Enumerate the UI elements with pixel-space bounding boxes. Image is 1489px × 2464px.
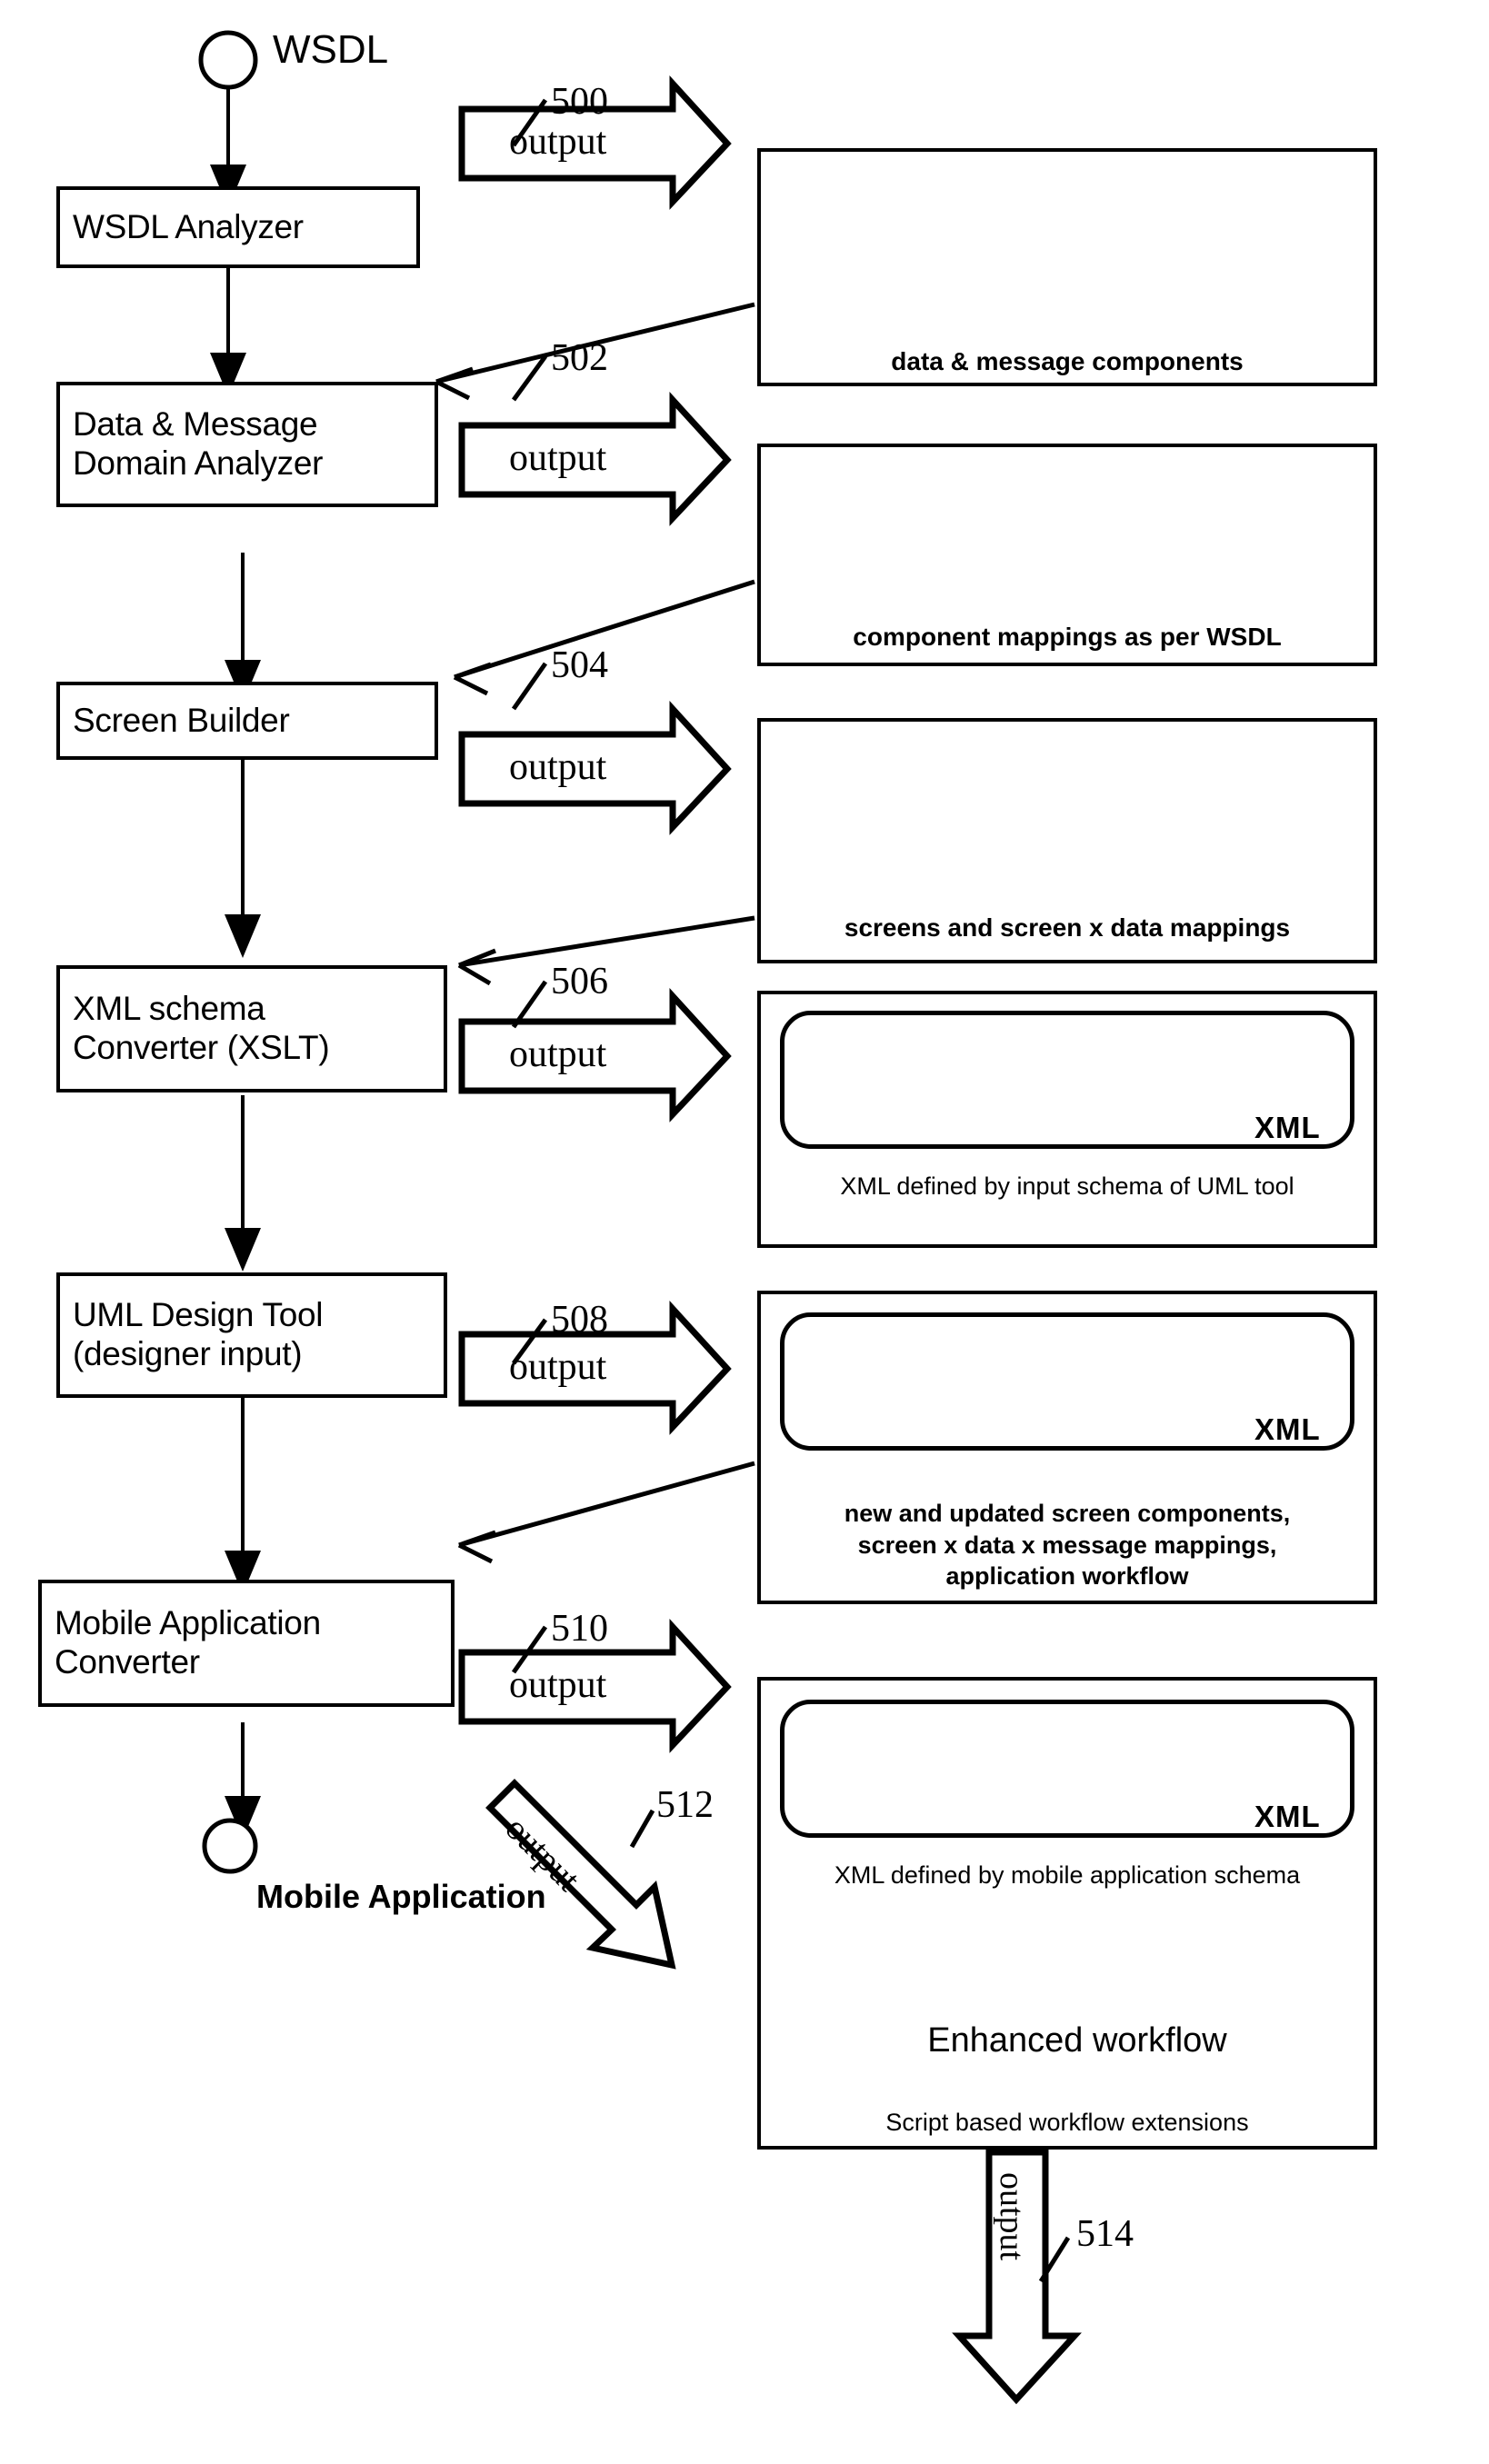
process-box-screen-builder[interactable]: Screen Builder xyxy=(56,682,438,760)
process-label: UML Design Tool (designer input) xyxy=(73,1296,324,1372)
end-node-label: Mobile Application xyxy=(256,1878,546,1915)
enhanced-workflow-label: Enhanced workflow xyxy=(927,2021,1227,2060)
xml-badge: XML xyxy=(1254,1111,1321,1144)
process-label: Data & Message Domain Analyzer xyxy=(73,405,324,482)
ref-number-508: 508 xyxy=(551,1299,608,1341)
panel-caption: XML defined by mobile application schema xyxy=(834,1861,1301,1889)
output-label-514: output xyxy=(993,2172,1031,2261)
output-label-504: output xyxy=(509,746,607,788)
ref-number-504: 504 xyxy=(551,644,608,686)
panel-caption: XML defined by input schema of UML tool xyxy=(840,1172,1294,1200)
output-label-506: output xyxy=(509,1033,607,1075)
ref-number-500: 500 xyxy=(551,81,608,123)
output-label-500: output xyxy=(509,121,607,163)
process-box-uml-design-tool[interactable]: UML Design Tool (designer input) xyxy=(56,1272,447,1398)
panel-caption: screens and screen x data mappings xyxy=(844,913,1291,942)
flow-connectors xyxy=(210,87,261,1840)
panel-caption: new and updated screen components, scree… xyxy=(844,1500,1291,1591)
output-label-508: output xyxy=(509,1346,607,1388)
process-label: XML schema Converter (XSLT) xyxy=(73,990,330,1066)
process-box-data-message-domain-analyzer[interactable]: Data & Message Domain Analyzer xyxy=(56,382,438,507)
scroll-caption: Script based workflow extensions xyxy=(885,2109,1249,2136)
xml-badge: XML xyxy=(1254,1412,1321,1446)
output-label-510: output xyxy=(509,1664,607,1706)
process-label: Screen Builder xyxy=(73,701,290,739)
ref-number-510: 510 xyxy=(551,1608,608,1650)
xml-badge: XML xyxy=(1254,1800,1321,1833)
patent-flow-diagram: WSDL Mobile Application WSDL Analyzer Da… xyxy=(0,0,1489,2464)
panel-caption: data & message components xyxy=(891,347,1244,375)
ref-number-506: 506 xyxy=(551,961,608,1003)
start-node-circle xyxy=(198,30,258,90)
panel-caption: component mappings as per WSDL xyxy=(853,623,1282,651)
ref-number-514: 514 xyxy=(1076,2213,1134,2255)
ref-number-512: 512 xyxy=(656,1784,714,1826)
ref-number-502: 502 xyxy=(551,337,608,379)
end-node-circle xyxy=(202,1818,258,1874)
process-label: Mobile Application Converter xyxy=(55,1604,321,1681)
start-node-label: WSDL xyxy=(273,27,389,72)
process-box-xml-schema-converter[interactable]: XML schema Converter (XSLT) xyxy=(56,965,447,1092)
output-label-502: output xyxy=(509,437,607,479)
process-label: WSDL Analyzer xyxy=(73,207,304,245)
process-box-wsdl-analyzer[interactable]: WSDL Analyzer xyxy=(56,186,420,268)
process-box-mobile-application-converter[interactable]: Mobile Application Converter xyxy=(38,1580,455,1707)
